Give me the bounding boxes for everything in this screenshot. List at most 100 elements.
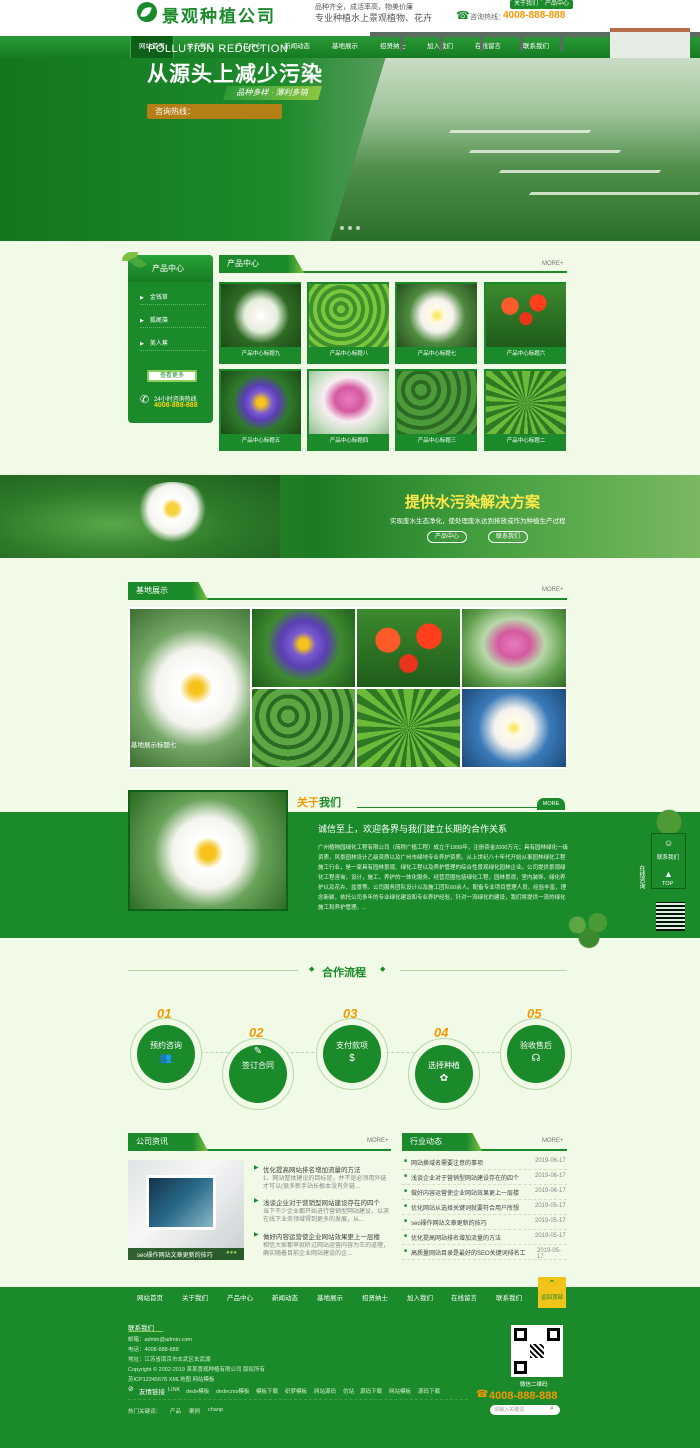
hot-keyword[interactable]: 产品 bbox=[170, 1407, 181, 1415]
friend-link[interactable]: 源码下载 bbox=[360, 1387, 382, 1395]
footer-nav-about[interactable]: 关于我们 bbox=[182, 1292, 208, 1302]
plant-icon: ✿ bbox=[439, 1073, 449, 1084]
footer-nav-contact[interactable]: 联系我们 bbox=[496, 1292, 522, 1302]
footer-nav-products[interactable]: 产品中心 bbox=[227, 1292, 253, 1302]
industry-news-row[interactable]: ■ seo操作网站文章更新的技巧 2019-05-17 bbox=[402, 1215, 567, 1230]
bullet-icon: ■ bbox=[404, 1203, 408, 1209]
about-more-link[interactable]: MORE bbox=[537, 798, 565, 810]
company-news-title: 公司资讯 bbox=[128, 1133, 208, 1151]
company-news-title-3[interactable]: 做好内容运营使企业网站效果更上一层楼 bbox=[263, 1231, 391, 1241]
product-card[interactable]: 产品中心标题八 bbox=[307, 282, 389, 364]
water-contact-button[interactable]: 联系我们 bbox=[488, 531, 528, 543]
product-caption: 产品中心标题七 bbox=[417, 351, 457, 357]
company-news-title-2[interactable]: 浅谈企业对于营销型网站建设存在的四个 bbox=[263, 1197, 391, 1207]
qr-finder bbox=[547, 1328, 560, 1341]
footer-icp[interactable]: 苏ICP12345678 XML地图 网站模板 bbox=[128, 1375, 215, 1383]
product-card[interactable]: 产品中心标题六 bbox=[484, 282, 566, 364]
friend-link[interactable]: 模板下载 bbox=[256, 1387, 278, 1395]
back-to-top-button[interactable]: ⌃ 返回顶部 bbox=[538, 1277, 566, 1308]
friend-link[interactable]: 网站源码 bbox=[314, 1387, 336, 1395]
news-image-tablet[interactable] bbox=[128, 1160, 244, 1260]
logo-leaf-icon[interactable] bbox=[137, 2, 157, 22]
logo-text[interactable]: 景观种植公司 bbox=[162, 2, 276, 27]
toplink-products[interactable]: 产品中心 bbox=[541, 0, 574, 9]
product-card[interactable]: 产品中心标题四 bbox=[307, 369, 389, 451]
sidebar-item-label: 美人蕉 bbox=[149, 341, 168, 347]
product-more-link[interactable]: MORE+ bbox=[542, 261, 564, 267]
footer-nav-message[interactable]: 在线留言 bbox=[451, 1292, 477, 1302]
base-image-pennywort[interactable] bbox=[252, 689, 355, 767]
news-image-caption[interactable]: seo操作网站文章更新的技巧 bbox=[137, 1250, 213, 1259]
footer-nav-base[interactable]: 基地展示 bbox=[317, 1292, 343, 1302]
product-image-red-canna bbox=[486, 284, 566, 347]
toplink-about[interactable]: 关于我们 bbox=[510, 0, 543, 9]
process-title: 合作流程 bbox=[322, 967, 366, 979]
float-top-label[interactable]: TOP bbox=[662, 881, 673, 887]
industry-news-row[interactable]: ■ 浅谈企业对于营销型网站建设存在的四个 2019-06-17 bbox=[402, 1170, 567, 1185]
product-card[interactable]: 产品中心标题五 bbox=[219, 369, 301, 451]
product-card[interactable]: 产品中心标题二 bbox=[484, 369, 566, 451]
product-card[interactable]: 产品中心标题三 bbox=[395, 369, 477, 451]
footer-email[interactable]: 邮箱：admin@admin.com bbox=[128, 1335, 192, 1343]
wechat-qr-code bbox=[511, 1325, 563, 1377]
arrow-up-icon[interactable]: ▲ bbox=[664, 869, 673, 879]
nav-message[interactable]: 在线留言 bbox=[466, 36, 510, 58]
nav-jobs[interactable]: 招贤纳士 bbox=[371, 36, 415, 58]
industry-news-row[interactable]: ■ 网站换域名需要注意的事项 2019-06-17 bbox=[402, 1155, 567, 1170]
footer-links-title: 友情链接 bbox=[139, 1389, 165, 1396]
industry-news-row[interactable]: ■ 优化提高网站排名增加流量的方法 2019-05-17 bbox=[402, 1230, 567, 1245]
phone-icon: ☎ bbox=[456, 10, 470, 22]
industry-news-row[interactable]: ■ 做好内容运营使企业网站效果更上一层楼 2019-06-17 bbox=[402, 1185, 567, 1200]
footer-nav-jobs[interactable]: 招贤纳士 bbox=[362, 1292, 388, 1302]
sidebar-item-jinqiancao[interactable]: ▶ 金钱草 bbox=[140, 291, 206, 305]
water-products-button[interactable]: 产品中心 bbox=[427, 531, 467, 543]
link-icon: ⊘ bbox=[128, 1386, 134, 1393]
company-news-desc-3: 相信大家都早就听过网站运营内容为王的道理，确实随着目前企业网站建设的企... bbox=[263, 1243, 390, 1257]
chat-icon[interactable]: ☺ bbox=[664, 838, 673, 848]
base-more-link[interactable]: MORE+ bbox=[542, 587, 564, 593]
qr-code-icon bbox=[655, 901, 686, 932]
hot-keyword[interactable]: 案例 bbox=[189, 1407, 200, 1415]
sidebar-item-huweizao[interactable]: ▶ 狐尾藻 bbox=[140, 314, 206, 328]
industry-news-date: 2019-05-17 bbox=[537, 1248, 562, 1260]
product-image-lotus bbox=[397, 284, 477, 347]
search-icon[interactable]: ⌕ bbox=[550, 1405, 554, 1413]
friend-link[interactable]: 源码下载 bbox=[418, 1387, 440, 1395]
bridge-pillar bbox=[480, 37, 483, 51]
company-news-more[interactable]: MORE+ bbox=[367, 1138, 389, 1144]
product-card[interactable]: 产品中心标题七 bbox=[395, 282, 477, 364]
float-contact-label[interactable]: 联系我们 bbox=[657, 853, 679, 861]
hot-keywords-label: 热门关键词： bbox=[128, 1409, 162, 1415]
friend-link[interactable]: dedecms模板 bbox=[216, 1387, 249, 1395]
float-side-label[interactable]: 在线咨询 bbox=[637, 865, 646, 889]
base-image-parrot-feather[interactable] bbox=[357, 689, 460, 767]
base-image-pink-lotus[interactable] bbox=[462, 609, 566, 687]
industry-news-date: 2019-06-17 bbox=[535, 1173, 566, 1179]
base-image-lotus-blue[interactable] bbox=[462, 689, 566, 767]
nav-base[interactable]: 基地展示 bbox=[323, 36, 367, 58]
about-image-white-lotus bbox=[130, 792, 286, 909]
pager-dots-icon[interactable]: ●●● bbox=[226, 1250, 237, 1256]
sidebar-item-meirenjiao[interactable]: ▶ 美人蕉 bbox=[140, 337, 206, 351]
industry-news-row[interactable]: ■ 优化网站从选择关键词就要符合用户所想 2019-05-17 bbox=[402, 1200, 567, 1215]
industry-news-row[interactable]: ■ 高质量网站目录是最好的SEO关键词排名工 2019-05-17 bbox=[402, 1245, 567, 1260]
footer-nav-join[interactable]: 加入我们 bbox=[407, 1292, 433, 1302]
footer-nav-home[interactable]: 网站首页 bbox=[137, 1292, 163, 1302]
qr-label: 微信二维码 bbox=[520, 1382, 548, 1388]
friend-link[interactable]: 织梦模板 bbox=[285, 1387, 307, 1395]
base-image-red-canna[interactable] bbox=[357, 609, 460, 687]
slider-dot[interactable] bbox=[356, 226, 360, 230]
slider-dot[interactable] bbox=[348, 226, 352, 230]
product-card[interactable]: 产品中心标题九 bbox=[219, 282, 301, 364]
industry-news-more[interactable]: MORE+ bbox=[542, 1138, 564, 1144]
about-title-b: 我们 bbox=[319, 797, 341, 809]
arrow-icon: ▶ bbox=[140, 341, 144, 347]
hot-keyword[interactable]: chanp bbox=[208, 1407, 223, 1413]
slider-dot[interactable] bbox=[340, 226, 344, 230]
footer-nav-news[interactable]: 新闻动态 bbox=[272, 1292, 298, 1302]
friend-link[interactable]: 网站模板 bbox=[389, 1387, 411, 1395]
friend-link[interactable]: dede模板 bbox=[186, 1387, 209, 1395]
base-image-purple-lotus[interactable] bbox=[252, 609, 355, 687]
view-more-button[interactable]: 查看更多 bbox=[147, 370, 197, 382]
friend-link[interactable]: 仿站 bbox=[343, 1387, 354, 1395]
